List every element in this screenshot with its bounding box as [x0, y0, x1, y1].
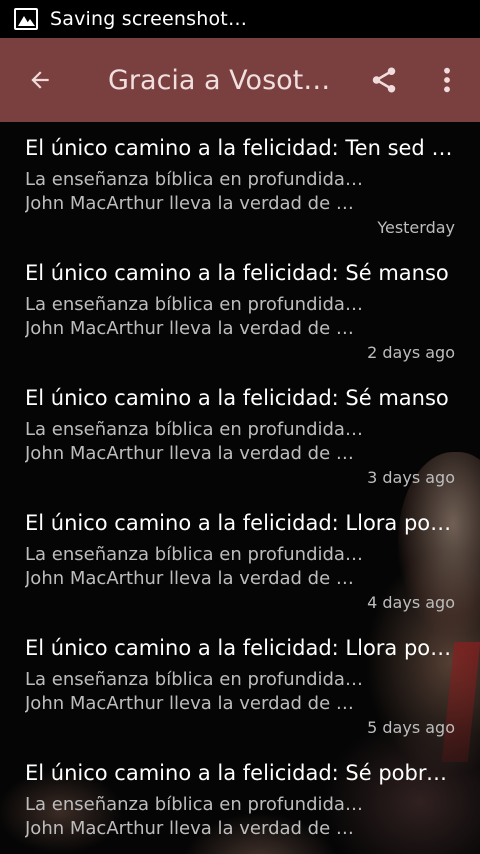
episode-title: El único camino a la felicidad: Llora po…: [25, 511, 457, 535]
episode-description: La enseñanza bíblica en profundidad de J…: [25, 168, 365, 216]
episode-date: 3 days ago: [367, 468, 455, 487]
episode-description-line: John MacArthur lleva la verdad de Dios a: [25, 443, 365, 464]
episode-description-line: John MacArthur lleva la verdad de Dios a: [25, 818, 365, 839]
list-item[interactable]: El único camino a la felicidad: Ten sed …: [0, 122, 480, 247]
episode-description: La enseñanza bíblica en profundidad de J…: [25, 668, 365, 716]
episode-title: El único camino a la felicidad: Sé pobre…: [25, 761, 457, 785]
list-item[interactable]: El único camino a la felicidad: Sé pobre…: [0, 747, 480, 854]
episode-description-line: John MacArthur lleva la verdad de Dios a: [25, 193, 365, 214]
image-icon: [14, 8, 38, 30]
episode-description: La enseñanza bíblica en profundidad de J…: [25, 793, 365, 841]
list-item[interactable]: El único camino a la felicidad: Llora po…: [0, 497, 480, 622]
list-item[interactable]: El único camino a la felicidad: Sé manso…: [0, 247, 480, 372]
episode-title: El único camino a la felicidad: Ten sed …: [25, 136, 457, 160]
share-button[interactable]: [360, 38, 408, 122]
share-icon: [372, 67, 396, 93]
arrow-back-icon: [31, 71, 49, 89]
list-item[interactable]: El único camino a la felicidad: Sé manso…: [0, 372, 480, 497]
app-title: Gracia a Vosotros: [108, 64, 340, 96]
episode-description-line: John MacArthur lleva la verdad de Dios a: [25, 568, 365, 589]
status-text: Saving screenshot…: [50, 8, 248, 30]
episode-title: El único camino a la felicidad: Sé manso: [25, 261, 449, 285]
episode-description-line: La enseñanza bíblica en profundidad de: [25, 169, 365, 190]
back-button[interactable]: [0, 38, 80, 122]
episode-description-line: John MacArthur lleva la verdad de Dios a: [25, 693, 365, 714]
episode-description: La enseñanza bíblica en profundidad de J…: [25, 543, 365, 591]
episode-title: El único camino a la felicidad: Sé manso: [25, 386, 449, 410]
episode-description: La enseñanza bíblica en profundidad de J…: [25, 418, 365, 466]
status-bar: Saving screenshot…: [0, 0, 480, 38]
episode-description-line: La enseñanza bíblica en profundidad de: [25, 544, 365, 565]
episode-date: 5 days ago: [367, 718, 455, 737]
episode-description: La enseñanza bíblica en profundidad de J…: [25, 293, 365, 341]
episode-title: El único camino a la felicidad: Llora po…: [25, 636, 457, 660]
more-options-button[interactable]: [424, 38, 470, 122]
episode-date: 2 days ago: [367, 343, 455, 362]
episode-date: 4 days ago: [367, 593, 455, 612]
episode-description-line: La enseñanza bíblica en profundidad de: [25, 669, 365, 690]
episode-description-line: La enseñanza bíblica en profundidad de: [25, 419, 365, 440]
episode-description-line: John MacArthur lleva la verdad de Dios a: [25, 318, 365, 339]
episode-date: Yesterday: [377, 218, 455, 237]
episode-description-line: La enseñanza bíblica en profundidad de: [25, 794, 365, 815]
app-bar: Gracia a Vosotros: [0, 38, 480, 122]
episode-list[interactable]: El único camino a la felicidad: Ten sed …: [0, 122, 480, 854]
list-item[interactable]: El único camino a la felicidad: Llora po…: [0, 622, 480, 747]
more-vertical-icon: [444, 67, 450, 93]
episode-description-line: La enseñanza bíblica en profundidad de: [25, 294, 365, 315]
